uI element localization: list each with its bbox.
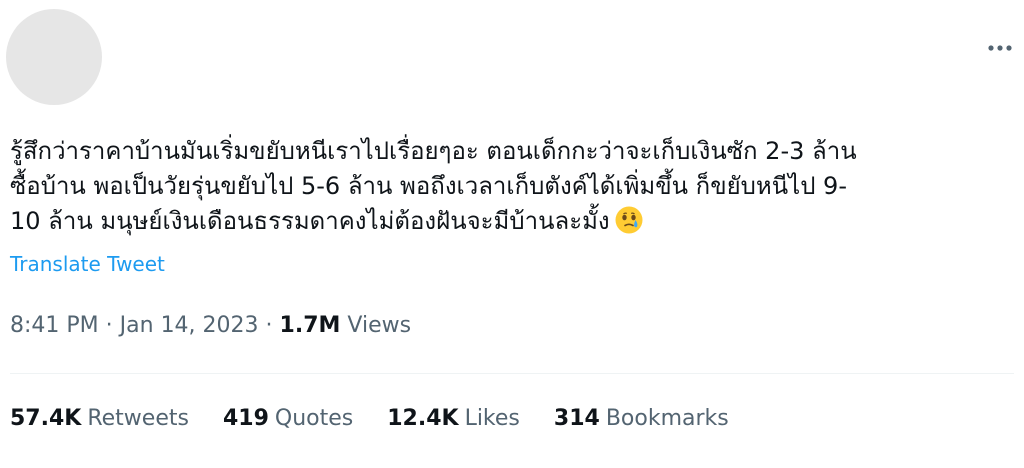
bookmarks-stat[interactable]: 314 Bookmarks bbox=[554, 404, 729, 434]
bookmarks-count: 314 bbox=[553, 406, 600, 431]
likes-count: 12.4K bbox=[387, 406, 459, 431]
retweets-count: 57.4K bbox=[10, 406, 82, 431]
bookmarks-label: Bookmarks bbox=[605, 406, 729, 431]
avatar[interactable] bbox=[6, 9, 102, 105]
more-icon bbox=[988, 45, 1012, 51]
quotes-label: Quotes bbox=[274, 406, 354, 431]
tweet-meta: 8:41 PM · Jan 14, 2023 · 1.7M Views bbox=[10, 311, 411, 341]
more-button[interactable] bbox=[978, 34, 1022, 62]
face-holding-back-tears-icon bbox=[615, 206, 643, 234]
views-count: 1.7M bbox=[279, 313, 341, 338]
tweet-date[interactable]: Jan 14, 2023 bbox=[120, 313, 259, 338]
tweet-text-line: ซื้อบ้าน พอเป็นวัยรุ่นขยับไป 5-6 ล้าน พอ… bbox=[10, 172, 847, 200]
tweet-detail: รู้สึกว่าราคาบ้านมันเริ่มขยับหนีเราไปเรื… bbox=[0, 0, 1024, 468]
views-label: Views bbox=[347, 313, 412, 338]
retweets-label: Retweets bbox=[87, 406, 189, 431]
tweet-text-line: รู้สึกว่าราคาบ้านมันเริ่มขยับหนีเราไปเรื… bbox=[10, 137, 857, 165]
translate-tweet-link[interactable]: Translate Tweet bbox=[10, 250, 165, 278]
tweet-text-line: 10 ล้าน มนุษย์เงินเดือนธรรมดาคงไม่ต้องฝั… bbox=[10, 204, 1010, 239]
retweets-stat[interactable]: 57.4K Retweets bbox=[10, 404, 189, 434]
meta-separator: · bbox=[105, 313, 113, 338]
divider bbox=[10, 373, 1014, 374]
meta-separator: · bbox=[265, 313, 273, 338]
likes-label: Likes bbox=[464, 406, 520, 431]
quotes-stat[interactable]: 419 Quotes bbox=[223, 404, 353, 434]
engagement-stats: 57.4K Retweets 419 Quotes 12.4K Likes 314 Bo… bbox=[10, 404, 763, 434]
tweet-time[interactable]: 8:41 PM bbox=[10, 313, 99, 338]
likes-stat[interactable]: 12.4K Likes bbox=[387, 404, 520, 434]
tweet-text: รู้สึกว่าราคาบ้านมันเริ่มขยับหนีเราไปเรื… bbox=[10, 134, 1010, 239]
quotes-count: 419 bbox=[222, 406, 269, 431]
